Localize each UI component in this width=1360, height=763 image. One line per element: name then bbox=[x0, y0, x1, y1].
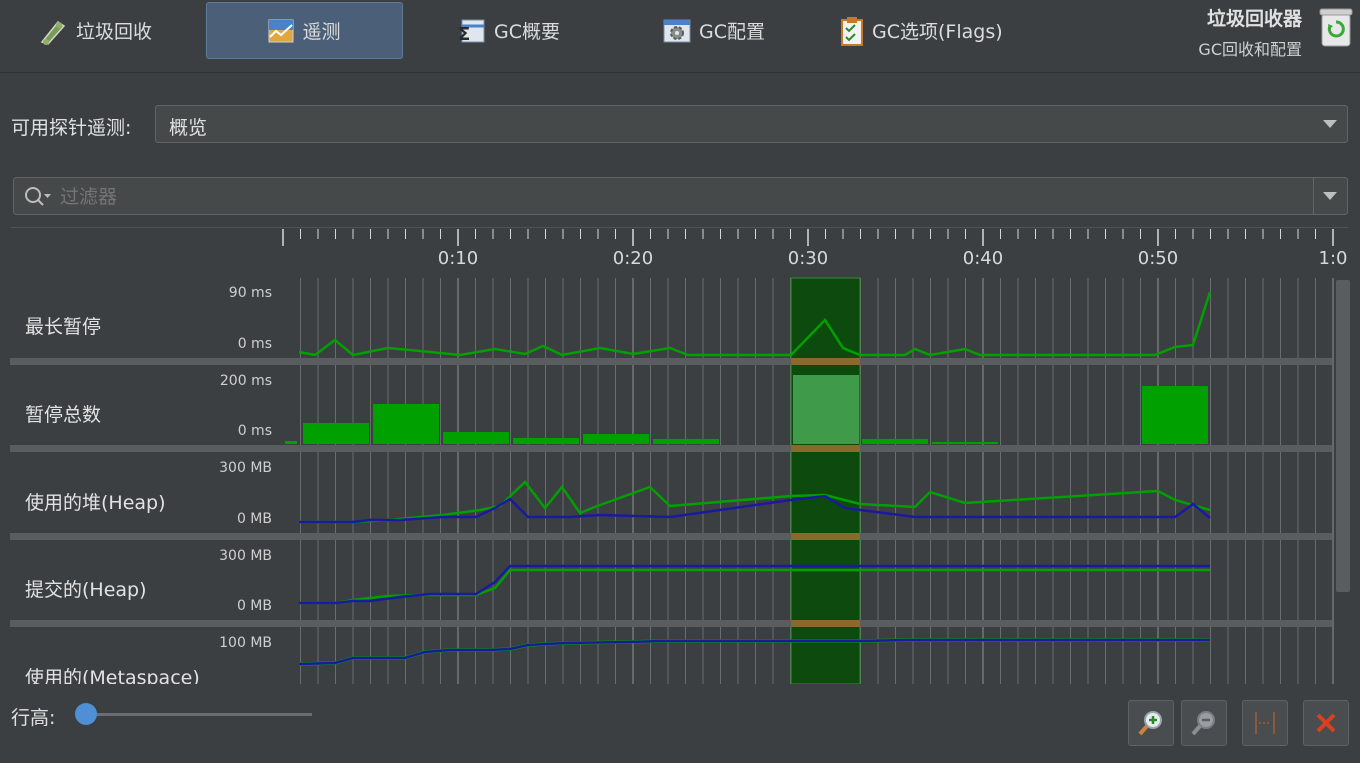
row-separator-selected bbox=[791, 533, 860, 540]
sigma-table-icon: Σ bbox=[458, 19, 485, 44]
row-separator bbox=[10, 358, 1332, 365]
scale-max-2: 300 MB bbox=[219, 460, 272, 476]
tick-label-30: 0:30 bbox=[787, 248, 829, 269]
close-button[interactable] bbox=[1303, 700, 1349, 746]
fit-range-button[interactable] bbox=[1242, 700, 1288, 746]
pause-total-bar bbox=[862, 439, 928, 444]
zoom-out-icon bbox=[1191, 711, 1215, 736]
scale-min-0: 0 ms bbox=[237, 336, 272, 352]
filter-input[interactable] bbox=[58, 182, 1262, 212]
brand-title: 垃圾回收器 bbox=[1206, 8, 1302, 30]
row-separator bbox=[10, 533, 1332, 540]
tick-label-40: 0:40 bbox=[962, 248, 1004, 269]
pause-total-bar bbox=[443, 432, 509, 444]
tab-gc-summary-label: GC概要 bbox=[494, 21, 560, 43]
telemetry-chart-icon bbox=[268, 19, 294, 42]
timeline-scrollbar[interactable] bbox=[1334, 278, 1352, 682]
telemetry-timeline[interactable]: 最长暂停 暂停总数 使用的堆(Heap) 提交的(Heap) 使用的(Metas… bbox=[10, 228, 1348, 684]
fit-range-icon bbox=[1255, 712, 1275, 734]
metaspace-blue-series bbox=[298, 638, 1210, 666]
close-icon bbox=[1316, 713, 1336, 733]
chevron-down-icon bbox=[1323, 120, 1337, 128]
pause-total-bar-selected bbox=[793, 375, 859, 444]
row-height-slider-knob[interactable] bbox=[75, 703, 97, 725]
header-divider bbox=[0, 72, 1360, 73]
pause-total-bar bbox=[373, 404, 439, 444]
tab-gc-flags[interactable]: GC选项(Flags) bbox=[840, 2, 1003, 59]
row-label-metaspace-used: 使用的(Metaspace) bbox=[25, 667, 200, 684]
pause-total-bar bbox=[513, 438, 579, 444]
gear-window-icon bbox=[663, 19, 691, 42]
pause-total-bar bbox=[583, 434, 649, 444]
filter-field[interactable] bbox=[13, 177, 1348, 215]
row-separator bbox=[10, 620, 1332, 627]
pause-total-bar bbox=[932, 442, 998, 444]
heap-committed-green-series bbox=[299, 568, 1210, 605]
tab-gc-config[interactable]: GC配置 bbox=[663, 2, 765, 59]
tick-label-60: 1:0 bbox=[1318, 248, 1348, 269]
pause-total-bar bbox=[653, 439, 719, 444]
filter-dropdown-icon[interactable] bbox=[1323, 192, 1337, 200]
scale-min-1: 0 ms bbox=[237, 423, 272, 439]
scale-max-3: 300 MB bbox=[219, 548, 272, 564]
clipboard-check-icon bbox=[841, 16, 863, 46]
row-separator bbox=[10, 445, 1332, 452]
scale-max-0: 90 ms bbox=[228, 285, 272, 301]
svg-text:Σ: Σ bbox=[458, 24, 470, 44]
max-pause-series bbox=[298, 291, 1212, 357]
scale-min-3: 0 MB bbox=[236, 598, 272, 614]
tab-gc-config-label: GC配置 bbox=[699, 21, 765, 43]
probe-label: 可用探针遥测: bbox=[11, 117, 132, 139]
zoom-in-icon bbox=[1138, 711, 1162, 736]
search-icon[interactable] bbox=[24, 186, 52, 208]
scale-max-1: 200 ms bbox=[219, 373, 272, 389]
tab-telemetry-label: 遥测 bbox=[302, 21, 341, 43]
row-height-label: 行高: bbox=[11, 707, 56, 729]
zoom-out-button[interactable] bbox=[1181, 700, 1227, 746]
filter-dropdown-divider bbox=[1313, 178, 1314, 214]
tick-label-10: 0:10 bbox=[437, 248, 479, 269]
pause-total-bar bbox=[303, 423, 369, 444]
scale-max-4: 100 MB bbox=[219, 635, 272, 651]
tab-gc-flags-label: GC选项(Flags) bbox=[872, 21, 1003, 43]
tab-telemetry[interactable]: 遥测 bbox=[206, 2, 403, 59]
tick-label-50: 0:50 bbox=[1137, 248, 1179, 269]
timeline-scrollbar-thumb[interactable] bbox=[1336, 280, 1350, 592]
brand-subtitle: GC回收和配置 bbox=[1198, 40, 1302, 59]
row-label-max-pause: 最长暂停 bbox=[25, 316, 102, 338]
tab-gc[interactable]: 垃圾回收 bbox=[38, 2, 152, 59]
recycle-bin-icon bbox=[1319, 8, 1353, 47]
zoom-in-button[interactable] bbox=[1128, 700, 1174, 746]
tab-gc-summary[interactable]: Σ GC概要 bbox=[458, 2, 560, 59]
tab-gc-label: 垃圾回收 bbox=[76, 21, 153, 43]
row-separator-selected bbox=[791, 620, 860, 627]
row-height-slider[interactable] bbox=[86, 713, 312, 716]
heap-committed-blue-series bbox=[299, 564, 1210, 605]
probe-select-value: 概览 bbox=[169, 117, 208, 139]
recycle-cart-icon bbox=[40, 20, 66, 45]
row-separator-selected bbox=[791, 445, 860, 452]
pause-total-bar bbox=[1142, 386, 1208, 444]
probe-select[interactable]: 概览 bbox=[155, 105, 1348, 143]
scale-min-2: 0 MB bbox=[236, 511, 272, 527]
tick-label-20: 0:20 bbox=[612, 248, 654, 269]
pause-total-bar bbox=[285, 441, 297, 444]
row-separator-selected bbox=[791, 358, 860, 365]
